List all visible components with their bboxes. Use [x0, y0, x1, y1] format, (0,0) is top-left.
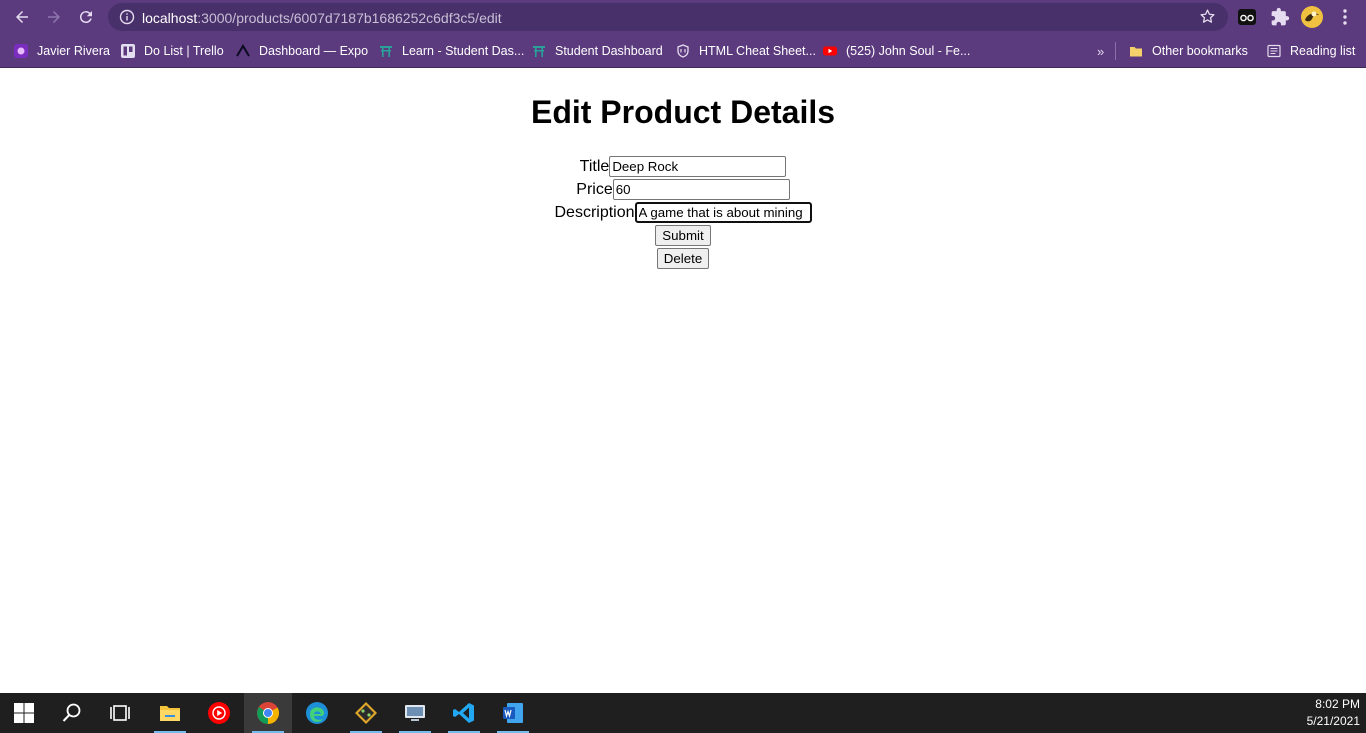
clock-time: 8:02 PM	[1315, 697, 1360, 711]
page-content: Edit Product Details Title Price Descrip…	[0, 68, 1366, 693]
expo-icon	[236, 44, 250, 58]
purple-avatar-icon	[14, 44, 28, 58]
reading-list-icon	[1267, 44, 1281, 58]
task-view-icon[interactable]	[96, 693, 144, 733]
bookmark-youtube-john-soul[interactable]: (525) John Soul - Fe...	[823, 41, 970, 61]
price-input[interactable]	[612, 179, 790, 200]
bookmark-label: Do List | Trello	[144, 44, 224, 58]
bookmark-label: Javier Rivera	[37, 44, 110, 58]
profile-avatar-icon[interactable]	[1301, 6, 1323, 28]
bookmark-label: Learn - Student Das...	[402, 44, 525, 58]
reload-icon[interactable]	[75, 6, 97, 28]
menu-kebab-icon[interactable]	[1335, 7, 1355, 27]
windows-taskbar: 8:02 PM 5/21/2021	[0, 693, 1366, 733]
torii-icon	[532, 44, 546, 58]
youtube-music-icon[interactable]	[195, 693, 243, 733]
browser-toolbar: localhost:3000/products/6007d7187b168625…	[0, 0, 1366, 35]
vscode-icon[interactable]	[440, 693, 488, 733]
forward-icon[interactable]	[43, 6, 65, 28]
windows-start-icon[interactable]	[0, 693, 48, 733]
file-explorer-icon[interactable]	[146, 693, 194, 733]
trello-icon	[121, 44, 135, 58]
clock-date: 5/21/2021	[1306, 714, 1360, 728]
glasses-extension-icon[interactable]	[1237, 7, 1257, 27]
title-label: Title	[579, 157, 610, 175]
url-path: :3000/products/6007d7187b1686252c6df3c5/…	[197, 10, 502, 26]
bookmark-trello[interactable]: Do List | Trello	[121, 41, 224, 61]
description-label: Description	[554, 203, 635, 221]
bookmark-student-dashboard[interactable]: Student Dashboard	[532, 41, 663, 61]
bookmark-star-icon[interactable]	[1199, 8, 1216, 25]
extensions-puzzle-icon[interactable]	[1270, 7, 1290, 27]
bookmark-html-cheat-sheet[interactable]: HTML Cheat Sheet...	[676, 41, 816, 61]
back-icon[interactable]	[11, 6, 33, 28]
bookmark-expo[interactable]: Dashboard — Expo	[236, 41, 368, 61]
search-icon[interactable]	[48, 693, 96, 733]
price-row: Price	[0, 179, 1366, 200]
bookmarks-bar: Javier Rivera Do List | Trello Dashboard…	[0, 35, 1366, 68]
delete-button[interactable]: Delete	[656, 248, 710, 269]
bookmark-label: Student Dashboard	[555, 44, 663, 58]
submit-button[interactable]: Submit	[655, 225, 711, 246]
system-clock[interactable]: 8:02 PM 5/21/2021	[1307, 696, 1360, 730]
more-bookmarks-chevron-icon[interactable]: »	[1097, 41, 1104, 61]
reading-list-label: Reading list	[1290, 44, 1356, 58]
price-label: Price	[576, 180, 613, 198]
bookmarks-divider	[1115, 42, 1116, 60]
site-info-icon[interactable]	[119, 9, 135, 25]
bookmark-learn-student-dashboard[interactable]: Learn - Student Das...	[379, 41, 524, 61]
edge-icon[interactable]	[293, 693, 341, 733]
bookmark-javier-rivera[interactable]: Javier Rivera	[14, 41, 110, 61]
folder-icon	[1129, 44, 1143, 58]
git-kraken-icon[interactable]	[342, 693, 390, 733]
bookmark-label: (525) John Soul - Fe...	[846, 44, 971, 58]
submit-row: Submit	[0, 225, 1366, 246]
delete-row: Delete	[0, 248, 1366, 269]
reading-list[interactable]: Reading list	[1267, 41, 1355, 61]
url-host: localhost	[142, 10, 198, 26]
bookmark-label: HTML Cheat Sheet...	[699, 44, 816, 58]
youtube-icon	[823, 44, 837, 58]
bookmark-label: Dashboard — Expo	[259, 44, 369, 58]
description-row: Description	[0, 202, 1366, 223]
torii-icon	[379, 44, 393, 58]
other-bookmarks-label: Other bookmarks	[1152, 44, 1248, 58]
word-icon[interactable]	[489, 693, 537, 733]
title-input[interactable]	[609, 156, 787, 177]
remote-desktop-icon[interactable]	[391, 693, 439, 733]
chrome-icon[interactable]	[244, 693, 292, 733]
address-bar[interactable]: localhost:3000/products/6007d7187b168625…	[108, 3, 1228, 31]
title-row: Title	[0, 156, 1366, 177]
url-text[interactable]: localhost:3000/products/6007d7187b168625…	[142, 10, 502, 26]
description-input[interactable]	[634, 202, 812, 223]
page-title: Edit Product Details	[530, 94, 836, 130]
other-bookmarks[interactable]: Other bookmarks	[1129, 41, 1248, 61]
shield-icon	[676, 44, 690, 58]
